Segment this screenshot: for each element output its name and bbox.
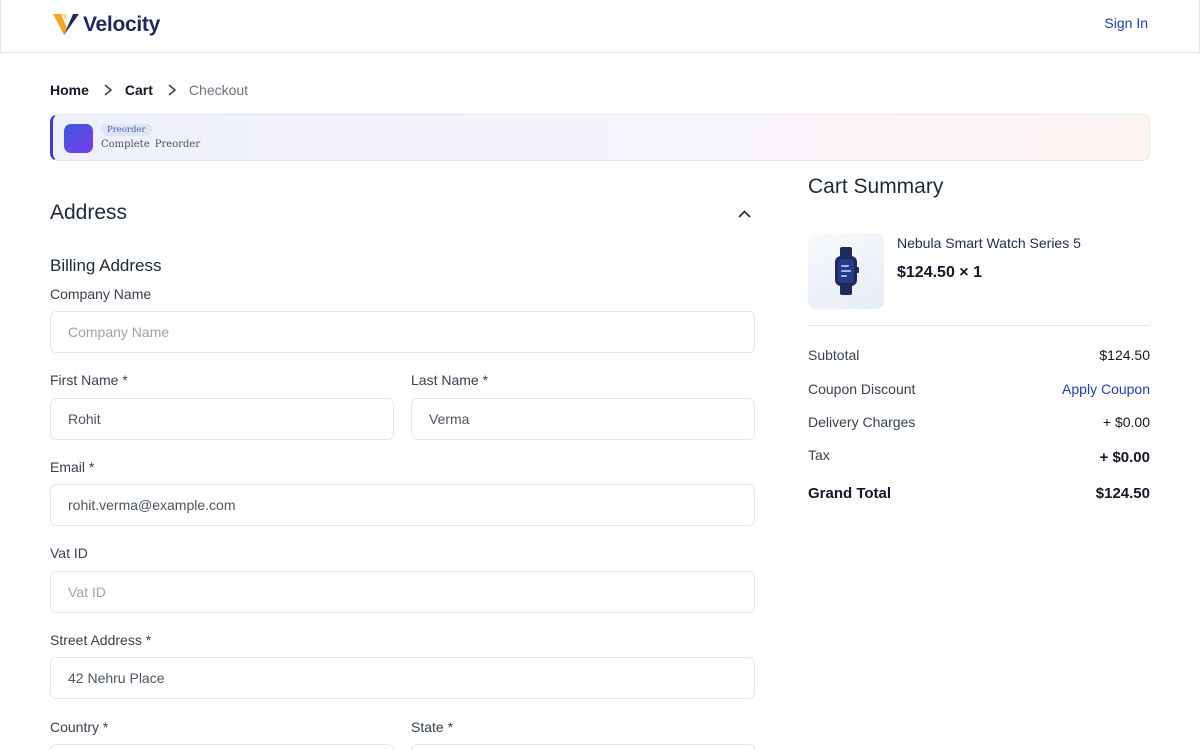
preorder-text: Complete Preorder — [101, 139, 201, 150]
company-name-label: Company Name — [50, 286, 152, 302]
street-address-input[interactable] — [50, 657, 755, 699]
apply-coupon-link[interactable]: Apply Coupon — [1062, 381, 1150, 397]
chevron-right-icon — [104, 84, 113, 96]
coupon-row: Coupon Discount Apply Coupon — [808, 381, 1150, 397]
top-header: Velocity Sign In — [0, 0, 1200, 53]
tax-row: Tax + $0.00 — [808, 447, 1150, 466]
tax-value: + $0.00 — [1099, 449, 1150, 466]
subtotal-label: Subtotal — [808, 347, 860, 363]
street-address-label: Street Address * — [50, 632, 152, 648]
preorder-badge: Preorder — [101, 124, 152, 136]
tax-label: Tax — [808, 447, 830, 463]
grand-total-row: Grand Total $124.50 — [808, 485, 1150, 502]
breadcrumb: Home Cart Checkout — [50, 82, 248, 98]
cart-summary-title: Cart Summary — [808, 175, 944, 198]
grand-total-label: Grand Total — [808, 485, 892, 502]
chevron-right-icon — [168, 84, 177, 96]
delivery-value: + $0.00 — [1102, 414, 1150, 430]
address-section-title: Address — [50, 201, 128, 224]
product-name[interactable]: Nebula Smart Watch Series 5 — [897, 235, 1081, 251]
email-input[interactable] — [50, 484, 755, 526]
product-price-qty: $124.50 × 1 — [897, 264, 982, 281]
preorder-icon — [64, 124, 93, 153]
product-image — [808, 233, 884, 309]
brand-logo[interactable]: Velocity — [53, 12, 160, 37]
first-name-label: First Name * — [50, 372, 128, 388]
velocity-logo-icon — [53, 14, 79, 35]
coupon-label: Coupon Discount — [808, 381, 916, 397]
delivery-label: Delivery Charges — [808, 414, 916, 430]
last-name-input[interactable] — [411, 398, 755, 440]
brand-name: Velocity — [83, 12, 160, 36]
smartwatch-icon — [835, 247, 859, 295]
email-label: Email * — [50, 459, 95, 475]
breadcrumb-checkout: Checkout — [188, 82, 249, 98]
grand-total-value: $124.50 — [1095, 485, 1150, 502]
divider — [808, 325, 1150, 326]
state-select[interactable] — [411, 744, 755, 750]
sign-in-link[interactable]: Sign In — [1104, 15, 1148, 31]
breadcrumb-home[interactable]: Home — [50, 82, 89, 98]
company-name-input[interactable] — [50, 311, 755, 353]
breadcrumb-cart[interactable]: Cart — [125, 82, 153, 98]
vat-id-input[interactable] — [50, 571, 755, 613]
subtotal-row: Subtotal $124.50 — [808, 347, 1150, 363]
country-select[interactable] — [50, 744, 394, 750]
preorder-banner: Preorder Complete Preorder — [50, 114, 1150, 161]
state-label: State * — [411, 719, 454, 735]
first-name-input[interactable] — [50, 398, 394, 440]
billing-address-title: Billing Address — [50, 256, 162, 275]
subtotal-value: $124.50 — [1099, 347, 1150, 363]
chevron-up-icon[interactable] — [737, 208, 752, 220]
vat-id-label: Vat ID — [50, 545, 88, 561]
delivery-row: Delivery Charges + $0.00 — [808, 414, 1150, 430]
country-label: Country * — [50, 719, 109, 735]
last-name-label: Last Name * — [411, 372, 489, 388]
